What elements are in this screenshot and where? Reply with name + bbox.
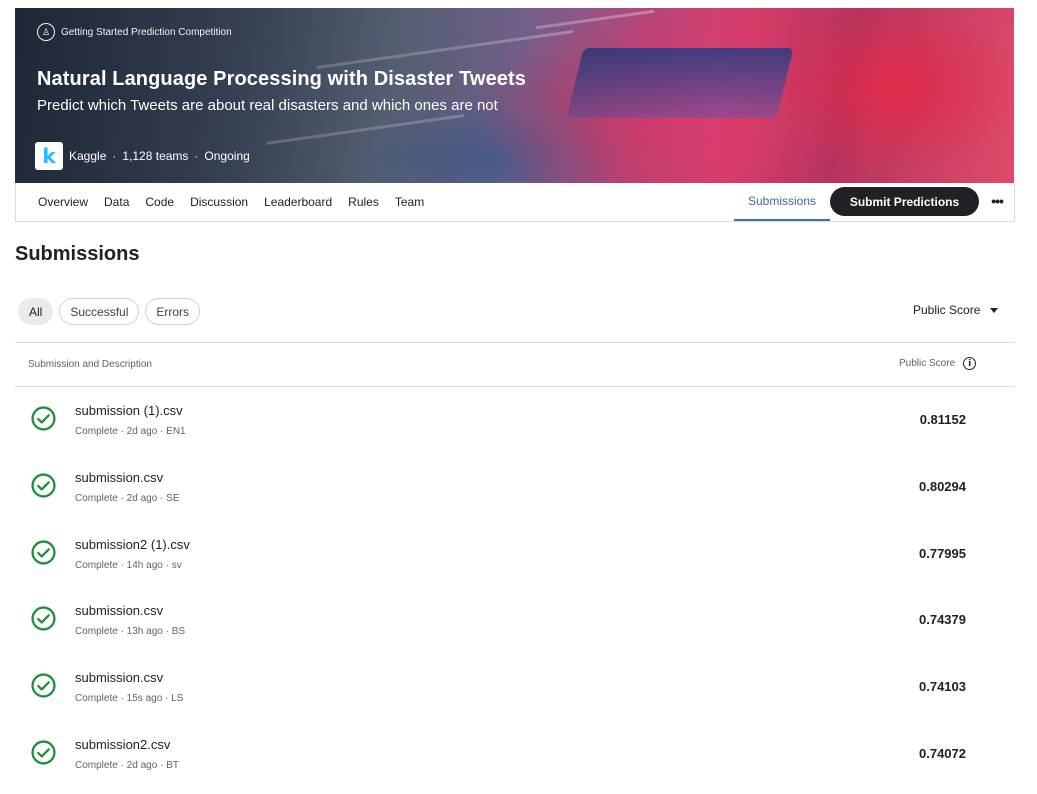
table-header: Submission and Description Public Score … [15, 342, 1015, 387]
submission-meta: Complete · 14h ago · sv [75, 559, 182, 571]
check-circle-icon [31, 606, 56, 631]
info-icon[interactable]: i [963, 357, 977, 370]
separator: · [112, 149, 117, 163]
competition-title: Natural Language Processing with Disaste… [37, 68, 527, 90]
public-score: 0.80294 [919, 478, 966, 494]
submission-file-name: submission.csv [75, 603, 164, 619]
kaggle-logo-icon[interactable]: k [35, 142, 63, 170]
check-circle-icon [31, 740, 56, 765]
column-header-score: Public Score i [899, 357, 977, 370]
column-header-score-label: Public Score [899, 358, 956, 369]
table-row[interactable]: submission.csv Complete · 15s ago · LS 0… [15, 654, 1015, 721]
nav-tabs: Overview Data Code Discussion Leaderboar… [38, 183, 424, 221]
submission-meta: Complete · 2d ago · BT [75, 759, 179, 771]
public-score: 0.77995 [919, 545, 966, 561]
public-score: 0.74103 [919, 679, 966, 695]
tab-team[interactable]: Team [395, 195, 424, 209]
page-title: Submissions [15, 243, 140, 265]
table-row[interactable]: submission2.csv Complete · 2d ago · BT 0… [15, 721, 1015, 788]
tab-data[interactable]: Data [104, 195, 129, 209]
more-horizontal-icon[interactable]: ••• [988, 191, 1006, 211]
check-circle-icon [31, 540, 56, 565]
check-circle-icon [31, 673, 56, 698]
public-score: 0.81152 [919, 412, 966, 427]
submission-meta: Complete · 2d ago · EN1 [75, 426, 186, 437]
submission-file-name: submission2 (1).csv [75, 536, 190, 552]
competition-type-label: Getting Started Prediction Competition [61, 26, 232, 38]
table-row[interactable]: submission (1).csv Complete · 2d ago · E… [15, 387, 1015, 454]
submission-list: submission (1).csv Complete · 2d ago · E… [15, 387, 1015, 788]
caret-down-icon [990, 307, 999, 313]
team-count: 1,128 teams [122, 149, 189, 163]
column-header-submission: Submission and Description [28, 359, 152, 370]
table-row[interactable]: submission2 (1).csv Complete · 14h ago ·… [15, 521, 1015, 588]
competition-status: Ongoing [204, 149, 250, 163]
trophy-icon: ♙ [37, 23, 55, 41]
submission-file-name: submission.csv [75, 670, 164, 686]
tab-code[interactable]: Code [145, 195, 174, 209]
tab-submissions[interactable]: Submissions [734, 183, 830, 221]
submission-meta: Complete · 2d ago · SE [75, 492, 180, 504]
table-row[interactable]: submission.csv Complete · 2d ago · SE 0.… [15, 454, 1015, 521]
competition-banner: ♙ Getting Started Prediction Competition… [15, 8, 1014, 183]
sort-select-label: Public Score [913, 303, 981, 317]
separator: · [194, 149, 199, 163]
host-name[interactable]: Kaggle [69, 149, 106, 163]
check-circle-icon [31, 473, 56, 498]
tab-overview[interactable]: Overview [38, 195, 88, 209]
submission-file-name: submission.csv [75, 469, 164, 485]
filter-successful[interactable]: Successful [59, 298, 140, 325]
filter-chips: All Successful Errors [18, 298, 201, 325]
competition-nav: Overview Data Code Discussion Leaderboar… [15, 183, 1015, 222]
competition-type: ♙ Getting Started Prediction Competition [37, 23, 232, 41]
tab-leaderboard[interactable]: Leaderboard [264, 195, 332, 209]
sort-select[interactable]: Public Score [913, 303, 999, 317]
tab-discussion[interactable]: Discussion [190, 195, 248, 209]
submission-file-name: submission2.csv [75, 736, 171, 752]
public-score: 0.74072 [919, 745, 966, 761]
filter-all[interactable]: All [18, 298, 54, 325]
submit-predictions-button[interactable]: Submit Predictions [830, 187, 979, 216]
submission-file-name: submission (1).csv [75, 403, 183, 418]
submission-meta: Complete · 15s ago · LS [75, 693, 184, 705]
tab-rules[interactable]: Rules [348, 195, 379, 209]
competition-subtitle: Predict which Tweets are about real disa… [37, 97, 498, 114]
public-score: 0.74379 [919, 612, 966, 628]
host-row: k Kaggle · 1,128 teams · Ongoing [35, 142, 250, 170]
check-circle-icon [31, 406, 56, 431]
submission-meta: Complete · 13h ago · BS [75, 626, 186, 638]
filter-errors[interactable]: Errors [145, 298, 201, 325]
table-row[interactable]: submission.csv Complete · 13h ago · BS 0… [15, 587, 1015, 654]
